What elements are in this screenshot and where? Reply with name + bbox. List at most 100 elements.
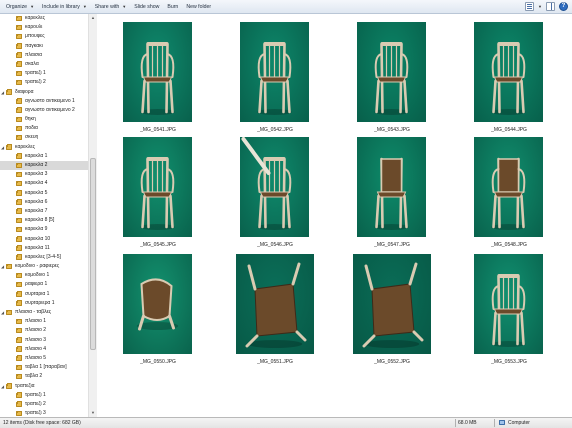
help-icon[interactable]: ? bbox=[559, 2, 568, 11]
tree-item[interactable]: αγνωστο αντικειμενο 2 bbox=[0, 106, 88, 115]
tree-item[interactable]: καρεκλα 6 bbox=[0, 198, 88, 207]
file-thumbnail[interactable]: _MG_0553.JPG bbox=[474, 254, 544, 368]
tree-item[interactable]: συρταρια 1 bbox=[0, 290, 88, 299]
item-count-text: 12 items (Disk free space: 682 GB) bbox=[3, 420, 81, 426]
expander-arrow-icon[interactable]: ◢ bbox=[1, 382, 4, 391]
file-name-label: _MG_0542.JPG bbox=[257, 127, 293, 133]
tree-item[interactable]: συρταριερα 1 bbox=[0, 299, 88, 308]
tree-item[interactable]: καρεκλα 2 bbox=[0, 161, 88, 171]
tree-item[interactable]: ταβλα 1 [παραβαν] bbox=[0, 363, 88, 372]
file-thumbnail[interactable]: _MG_0546.JPG bbox=[240, 137, 310, 251]
chevron-down-icon: ▼ bbox=[82, 3, 87, 9]
folder-icon bbox=[6, 309, 12, 315]
expander-arrow-icon[interactable]: ◢ bbox=[1, 262, 4, 271]
folder-icon bbox=[16, 236, 22, 242]
tree-item-label: τραπεζι 1 bbox=[25, 391, 46, 398]
file-thumbnail[interactable]: _MG_0550.JPG bbox=[123, 254, 193, 368]
tree-item[interactable]: καρεκλες bbox=[0, 14, 88, 23]
tree-item[interactable]: τραπεζι 3 bbox=[0, 409, 88, 417]
file-thumbnail[interactable]: _MG_0541.JPG bbox=[123, 22, 193, 136]
tree-item[interactable]: θηκη bbox=[0, 115, 88, 124]
folder-icon bbox=[16, 392, 22, 398]
tree-item[interactable]: μπουφες bbox=[0, 32, 88, 41]
expander-arrow-icon[interactable]: ◢ bbox=[1, 88, 4, 97]
folder-icon bbox=[16, 373, 22, 380]
toolbar-button-label: Organize bbox=[6, 3, 28, 10]
scroll-up-arrow-icon[interactable]: ▲ bbox=[89, 14, 97, 22]
tree-item[interactable]: πλαισιο 4 bbox=[0, 345, 88, 354]
file-thumbnail[interactable]: _MG_0547.JPG bbox=[357, 137, 427, 251]
tree-item-label: καρουλι bbox=[25, 24, 43, 31]
file-thumbnail[interactable]: _MG_0543.JPG bbox=[357, 22, 427, 136]
folder-icon bbox=[16, 134, 22, 141]
folder-icon bbox=[16, 79, 22, 86]
tree-item[interactable]: ◢ καρεκλες bbox=[0, 143, 88, 152]
tree-item[interactable]: καρεκλα 10 bbox=[0, 235, 88, 244]
tree-item[interactable]: πλαισιο 2 bbox=[0, 326, 88, 335]
tree-item[interactable]: σκευη bbox=[0, 133, 88, 142]
file-name-label: _MG_0552.JPG bbox=[374, 359, 410, 365]
file-thumbnail[interactable]: _MG_0551.JPG bbox=[236, 254, 314, 368]
tree-item[interactable]: καρεκλα 5 bbox=[0, 189, 88, 198]
tree-item[interactable]: παγκακι bbox=[0, 42, 88, 51]
tree-item[interactable]: καρεκλα 4 bbox=[0, 179, 88, 188]
tree-item[interactable]: πλαισιο 1 bbox=[0, 317, 88, 326]
file-thumbnail[interactable]: _MG_0542.JPG bbox=[240, 22, 310, 136]
file-thumbnail[interactable]: _MG_0548.JPG bbox=[474, 137, 544, 251]
file-name-label: _MG_0547.JPG bbox=[374, 242, 410, 248]
toolbar-button-include-in-library[interactable]: Include in library ▼ bbox=[38, 1, 91, 13]
photo-preview bbox=[123, 254, 192, 354]
scrollbar-thumb[interactable] bbox=[90, 158, 96, 350]
folder-icon bbox=[16, 291, 22, 297]
file-thumbnail[interactable]: _MG_0545.JPG bbox=[123, 137, 193, 251]
file-thumbnail[interactable]: _MG_0552.JPG bbox=[353, 254, 431, 368]
tree-item[interactable]: τραπεζι 1 bbox=[0, 69, 88, 78]
tree-item[interactable]: ◢ διαφορα bbox=[0, 88, 88, 97]
tree-item[interactable]: τραπεζι 2 bbox=[0, 78, 88, 87]
tree-item[interactable]: ταβλα 2 bbox=[0, 372, 88, 381]
toolbar-button-share-with[interactable]: Share with ▼ bbox=[91, 1, 130, 13]
tree-item[interactable]: καρεκλες [3-4-5] bbox=[0, 253, 88, 262]
toolbar-button-label: Slide show bbox=[134, 3, 160, 10]
tree-item[interactable]: ◢ τραπεζια bbox=[0, 382, 88, 391]
toolbar-button-slide-show[interactable]: Slide show bbox=[130, 1, 163, 13]
photo-preview bbox=[240, 137, 309, 237]
tree-item[interactable]: σκαλα bbox=[0, 60, 88, 69]
toolbar-button-new-folder[interactable]: New folder bbox=[182, 1, 215, 13]
tree-item[interactable]: ◢ πλαισια - ταβλες bbox=[0, 308, 88, 317]
file-name-label: _MG_0541.JPG bbox=[140, 127, 176, 133]
tree-item[interactable]: καρεκλα 9 bbox=[0, 225, 88, 234]
folder-icon bbox=[16, 171, 22, 178]
tree-item[interactable]: πλαισιο 3 bbox=[0, 336, 88, 345]
scroll-down-arrow-icon[interactable]: ▼ bbox=[89, 409, 97, 417]
tree-item[interactable]: καρεκλα 1 bbox=[0, 152, 88, 161]
toolbar-button-burn[interactable]: Burn bbox=[163, 1, 182, 13]
expander-arrow-icon[interactable]: ◢ bbox=[1, 308, 4, 317]
photo-preview bbox=[357, 137, 426, 237]
tree-item[interactable]: κομοδινο 1 bbox=[0, 271, 88, 280]
tree-item[interactable]: καρεκλα 8 [5] bbox=[0, 216, 88, 225]
tree-item[interactable]: καρουλι bbox=[0, 23, 88, 32]
tree-item[interactable]: πλαισια bbox=[0, 51, 88, 60]
folder-icon bbox=[16, 33, 22, 40]
expander-arrow-icon[interactable]: ◢ bbox=[1, 143, 4, 152]
toolbar-button-organize[interactable]: Organize ▼ bbox=[2, 1, 38, 13]
chevron-down-icon[interactable]: ▼ bbox=[538, 4, 542, 9]
tree-item[interactable]: ραφιερα 1 bbox=[0, 280, 88, 289]
tree-item[interactable]: τραπεζι 1 bbox=[0, 391, 88, 400]
photo-preview bbox=[236, 254, 314, 354]
tree-item[interactable]: καρεκλα 7 bbox=[0, 207, 88, 216]
change-view-icon[interactable] bbox=[525, 2, 535, 11]
tree-item[interactable]: πλαισιο 5 bbox=[0, 354, 88, 363]
photo-preview bbox=[123, 137, 192, 237]
tree-item[interactable]: τραπεζι 2 bbox=[0, 400, 88, 409]
tree-item[interactable]: καρεκλα 11 bbox=[0, 244, 88, 253]
tree-item[interactable]: ποδια bbox=[0, 124, 88, 133]
tree-item[interactable]: ◢ κομοδινο - ραφιερες bbox=[0, 262, 88, 271]
tree-item[interactable]: αγνωστο αντικειμενο 1 bbox=[0, 97, 88, 106]
navigation-scrollbar[interactable]: ▲ ▼ bbox=[88, 14, 97, 417]
tree-item-label: τραπεζι 1 bbox=[25, 70, 46, 77]
preview-pane-icon[interactable] bbox=[546, 2, 555, 11]
file-thumbnail[interactable]: _MG_0544.JPG bbox=[474, 22, 544, 136]
tree-item[interactable]: καρεκλα 3 bbox=[0, 170, 88, 179]
